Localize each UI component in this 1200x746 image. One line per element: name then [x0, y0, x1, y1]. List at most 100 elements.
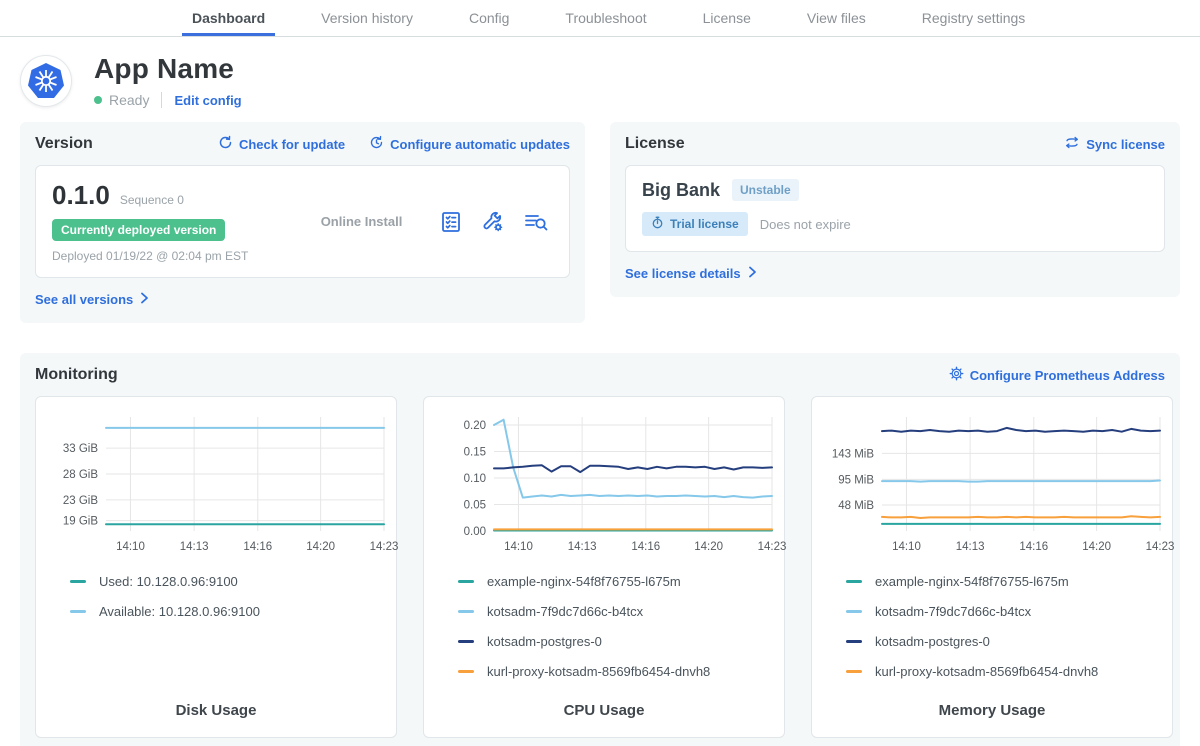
- legend-item: kotsadm-postgres-0: [458, 634, 774, 649]
- legend-item: kurl-proxy-kotsadm-8569fb6454-dnvh8: [846, 664, 1162, 679]
- svg-text:14:16: 14:16: [1019, 541, 1048, 553]
- legend-label: kotsadm-postgres-0: [487, 634, 602, 649]
- svg-text:19 GiB: 19 GiB: [63, 516, 98, 528]
- sync-license-link[interactable]: Sync license: [1064, 135, 1165, 153]
- svg-text:14:16: 14:16: [631, 541, 660, 553]
- channel-badge: Unstable: [732, 179, 799, 201]
- cpu-usage-legend: example-nginx-54f8f76755-l675m kotsadm-7f…: [424, 562, 784, 702]
- legend-label: kurl-proxy-kotsadm-8569fb6454-dnvh8: [487, 664, 710, 679]
- svg-text:14:13: 14:13: [180, 541, 209, 553]
- svg-text:95 MiB: 95 MiB: [838, 474, 874, 486]
- license-card-title: License: [625, 135, 685, 153]
- check-for-update-link[interactable]: Check for update: [218, 135, 345, 153]
- sync-icon: [1064, 135, 1080, 153]
- svg-text:23 GiB: 23 GiB: [63, 495, 98, 507]
- chevron-right-icon: [139, 292, 150, 307]
- deployed-badge: Currently deployed version: [52, 219, 225, 241]
- license-customer-name: Big Bank: [642, 180, 720, 201]
- svg-text:14:20: 14:20: [1082, 541, 1111, 553]
- legend-item: kotsadm-7f9dc7d66c-b4tcx: [846, 604, 1162, 619]
- legend-swatch: [846, 580, 862, 583]
- view-logs-icon[interactable]: [523, 210, 549, 234]
- cpu-usage-card: 0.00 0.05 0.10 0.15 0.20 14:10 14:13 14:16 14:20…: [423, 396, 785, 738]
- license-expiry: Does not expire: [760, 217, 851, 232]
- legend-swatch: [458, 610, 474, 613]
- install-type-label: Online Install: [284, 214, 439, 229]
- divider: [161, 92, 162, 108]
- config-wrench-icon[interactable]: [481, 210, 505, 234]
- legend-swatch: [846, 670, 862, 673]
- version-card: Version Check for update: [20, 122, 585, 323]
- tab-view-files[interactable]: View files: [797, 0, 876, 36]
- cpu-usage-title: CPU Usage: [424, 702, 784, 737]
- svg-text:14:23: 14:23: [370, 541, 398, 553]
- legend-item: kotsadm-postgres-0: [846, 634, 1162, 649]
- memory-usage-chart: 48 MiB95 MiB143 MiB14:1014:1314:1614:201…: [812, 407, 1174, 562]
- refresh-icon: [218, 135, 233, 153]
- tab-version-history[interactable]: Version history: [311, 0, 423, 36]
- svg-text:14:20: 14:20: [694, 541, 723, 553]
- tab-license[interactable]: License: [693, 0, 761, 36]
- svg-text:14:23: 14:23: [758, 541, 786, 553]
- see-all-versions-link[interactable]: See all versions: [35, 292, 150, 307]
- legend-label: kotsadm-7f9dc7d66c-b4tcx: [875, 604, 1031, 619]
- monitoring-title: Monitoring: [35, 366, 118, 384]
- disk-usage-card: 19 GiB23 GiB28 GiB33 GiB14:1014:1314:161…: [35, 396, 397, 738]
- legend-label: example-nginx-54f8f76755-l675m: [487, 574, 681, 589]
- svg-text:0.00: 0.00: [464, 526, 486, 538]
- release-notes-icon[interactable]: [439, 210, 463, 234]
- cards-row: Version Check for update: [0, 108, 1200, 323]
- svg-text:28 GiB: 28 GiB: [63, 469, 98, 481]
- status-dot: [94, 96, 102, 104]
- top-navbar: Dashboard Version history Config Trouble…: [0, 0, 1200, 37]
- tab-config[interactable]: Config: [459, 0, 519, 36]
- configure-automatic-updates-link[interactable]: Configure automatic updates: [369, 135, 570, 153]
- legend-label: Available: 10.128.0.96:9100: [99, 604, 260, 619]
- legend-label: example-nginx-54f8f76755-l675m: [875, 574, 1069, 589]
- svg-text:48 MiB: 48 MiB: [838, 500, 874, 512]
- configure-prometheus-link[interactable]: Configure Prometheus Address: [949, 366, 1165, 384]
- legend-item: example-nginx-54f8f76755-l675m: [846, 574, 1162, 589]
- svg-text:14:20: 14:20: [306, 541, 335, 553]
- legend-item: kotsadm-7f9dc7d66c-b4tcx: [458, 604, 774, 619]
- svg-text:0.10: 0.10: [464, 473, 486, 485]
- svg-text:14:13: 14:13: [568, 541, 597, 553]
- svg-text:14:13: 14:13: [956, 541, 985, 553]
- chevron-right-icon: [747, 266, 758, 281]
- tab-registry-settings[interactable]: Registry settings: [912, 0, 1035, 36]
- kubernetes-logo-icon: [20, 55, 72, 107]
- status-text: Ready: [109, 92, 149, 108]
- clock-refresh-icon: [369, 135, 384, 153]
- deployed-timestamp: Deployed 01/19/22 @ 02:04 pm EST: [52, 249, 284, 263]
- version-card-title: Version: [35, 135, 93, 153]
- charts-row: 19 GiB23 GiB28 GiB33 GiB14:1014:1314:161…: [35, 396, 1165, 738]
- memory-usage-legend: example-nginx-54f8f76755-l675m kotsadm-7f…: [812, 562, 1172, 702]
- legend-label: kotsadm-7f9dc7d66c-b4tcx: [487, 604, 643, 619]
- legend-item: example-nginx-54f8f76755-l675m: [458, 574, 774, 589]
- trial-license-badge: Trial license: [642, 212, 748, 236]
- legend-label: kotsadm-postgres-0: [875, 634, 990, 649]
- legend-swatch: [846, 610, 862, 613]
- legend-item: kurl-proxy-kotsadm-8569fb6454-dnvh8: [458, 664, 774, 679]
- tab-dashboard[interactable]: Dashboard: [182, 0, 275, 36]
- gear-icon: [949, 366, 964, 384]
- see-license-details-link[interactable]: See license details: [625, 266, 758, 281]
- svg-text:14:10: 14:10: [504, 541, 533, 553]
- legend-item: Used: 10.128.0.96:9100: [70, 574, 386, 589]
- disk-usage-legend: Used: 10.128.0.96:9100 Available: 10.128.…: [36, 562, 396, 702]
- svg-text:0.05: 0.05: [464, 499, 486, 511]
- legend-swatch: [458, 580, 474, 583]
- svg-text:14:16: 14:16: [243, 541, 272, 553]
- monitoring-section: Monitoring Configure Prometheus Address …: [20, 353, 1180, 746]
- stopwatch-icon: [651, 216, 664, 232]
- disk-usage-chart: 19 GiB23 GiB28 GiB33 GiB14:1014:1314:161…: [36, 407, 398, 562]
- legend-label: kurl-proxy-kotsadm-8569fb6454-dnvh8: [875, 664, 1098, 679]
- svg-text:0.20: 0.20: [464, 420, 486, 432]
- legend-swatch: [458, 670, 474, 673]
- svg-text:143 MiB: 143 MiB: [832, 448, 875, 460]
- legend-swatch: [458, 640, 474, 643]
- svg-text:0.15: 0.15: [464, 446, 486, 458]
- edit-config-link[interactable]: Edit config: [174, 93, 241, 108]
- memory-usage-card: 48 MiB95 MiB143 MiB14:1014:1314:1614:201…: [811, 396, 1173, 738]
- tab-troubleshoot[interactable]: Troubleshoot: [555, 0, 656, 36]
